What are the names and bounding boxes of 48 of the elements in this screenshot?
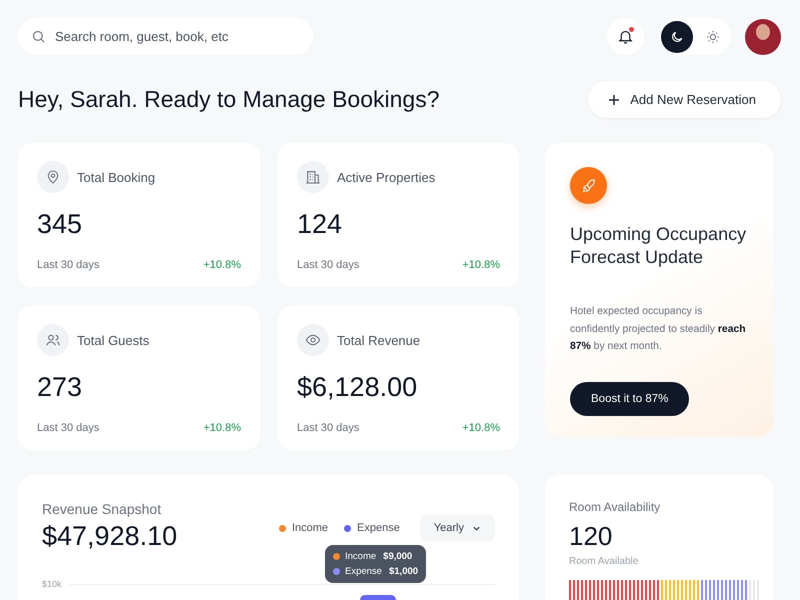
stat-label: Active Properties xyxy=(337,170,436,184)
stat-period: Last 30 days xyxy=(37,422,100,434)
sun-icon xyxy=(706,30,720,43)
rocket-icon xyxy=(570,167,607,204)
greeting-heading: Hey, Sarah. Ready to Manage Bookings? xyxy=(18,86,440,113)
tooltip-label: Income xyxy=(345,551,376,562)
forecast-title: Upcoming Occupancy Forecast Update xyxy=(570,223,748,269)
theme-mode-button[interactable] xyxy=(661,20,693,52)
plus-icon xyxy=(608,94,620,106)
revenue-total: $47,928.10 xyxy=(42,521,178,552)
tooltip-label: Expense xyxy=(345,566,382,577)
period-dropdown[interactable]: Yearly xyxy=(420,514,495,542)
add-reservation-button[interactable]: Add New Reservation xyxy=(588,81,781,118)
eye-icon xyxy=(305,332,321,348)
stat-value: $6,128.00 xyxy=(297,372,418,404)
building-icon xyxy=(305,169,321,185)
stat-change: +10.8% xyxy=(462,422,500,434)
axis-tick-label: $10k xyxy=(42,579,62,589)
stat-value: 124 xyxy=(297,209,344,241)
stat-period: Last 30 days xyxy=(297,422,360,434)
stat-value: 345 xyxy=(37,209,84,241)
avatar[interactable] xyxy=(745,18,781,54)
tooltip-value: $1,000 xyxy=(388,566,418,577)
revenue-title: Revenue Snapshot xyxy=(42,501,162,517)
legend-label: Income xyxy=(292,522,328,534)
stat-change: +10.8% xyxy=(203,422,241,434)
bell-icon xyxy=(617,28,634,45)
tooltip-value: $9,000 xyxy=(383,551,412,562)
availability-caption: Room Available xyxy=(569,556,640,567)
users-icon xyxy=(45,332,61,348)
availability-title: Room Availability xyxy=(569,500,662,514)
stat-change: +10.8% xyxy=(203,259,241,271)
stat-label: Total Booking xyxy=(77,170,156,184)
moon-icon xyxy=(672,31,682,42)
stat-value: 273 xyxy=(37,372,84,404)
boost-button[interactable]: Boost it to 87% xyxy=(570,382,690,416)
stat-period: Last 30 days xyxy=(37,259,100,271)
search-field[interactable]: Search room, guest, book, etc xyxy=(18,18,313,55)
stat-change: +10.8% xyxy=(462,259,500,271)
search-icon xyxy=(31,29,46,44)
stat-label: Total Revenue xyxy=(337,332,420,348)
location-pin-icon xyxy=(45,169,61,185)
stat-label: Total Guests xyxy=(77,332,150,348)
legend-label: Expense xyxy=(357,522,400,534)
notification-button[interactable] xyxy=(607,18,644,55)
availability-value: 120 xyxy=(569,521,614,552)
stat-period: Last 30 days xyxy=(297,259,360,271)
forecast-text: Hotel expected occupancy is confidently projected to steadily reach 87% by next month. xyxy=(570,305,747,354)
